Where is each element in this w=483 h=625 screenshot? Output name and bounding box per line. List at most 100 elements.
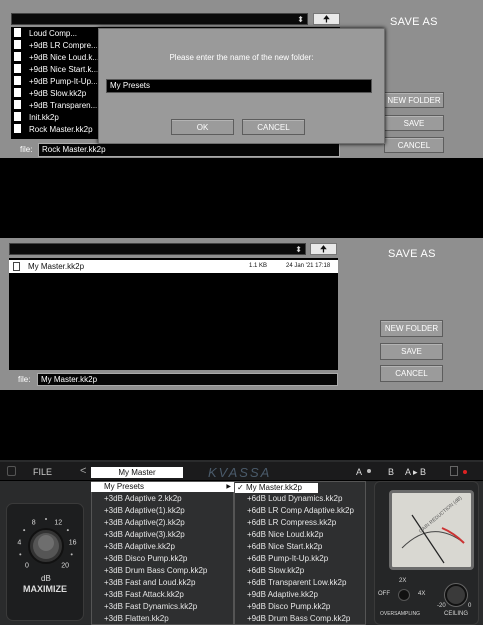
folder-select[interactable]: ⬍ bbox=[9, 243, 306, 255]
knob-scale-label: 20 bbox=[61, 563, 69, 570]
file-icon bbox=[14, 76, 21, 85]
menu-item[interactable]: +3dB Adaptive(2).kk2p bbox=[91, 517, 234, 529]
select-arrows-icon: ⬍ bbox=[295, 245, 302, 254]
ab-copy-button[interactable]: A ▸ B bbox=[405, 467, 426, 478]
oversampling-label: OVERSAMPLING bbox=[380, 611, 421, 617]
knob-scale-dot bbox=[23, 529, 26, 532]
bypass-icon[interactable] bbox=[450, 466, 458, 476]
menu-item[interactable]: +3dB Flatten.kk2p bbox=[91, 613, 234, 625]
a-button[interactable]: A bbox=[356, 467, 362, 477]
kvassa-logo: KVASSA bbox=[208, 465, 272, 480]
file-icon bbox=[13, 262, 20, 271]
knob-scale-label: 4 bbox=[17, 539, 21, 546]
file-size: 1.1 KB bbox=[249, 263, 268, 269]
file-name: +9dB Nice Loud.k... bbox=[29, 53, 100, 62]
menu-folder-item[interactable]: My Presets ▶ bbox=[91, 482, 234, 492]
file-icon bbox=[14, 88, 21, 97]
menu-item[interactable]: +3dB Adaptive(3).kk2p bbox=[91, 529, 234, 541]
dialog-title: SAVE AS bbox=[388, 248, 436, 260]
file-label: file: bbox=[18, 375, 31, 384]
menu-item[interactable]: +9dB Drum Bass Comp.kk2p bbox=[234, 613, 366, 625]
clip-led-icon bbox=[463, 470, 467, 474]
folder-select[interactable]: ⬍ bbox=[11, 13, 308, 25]
cancel-button[interactable]: CANCEL bbox=[380, 365, 443, 382]
check-icon: ✓ bbox=[237, 483, 244, 492]
select-arrows-icon: ⬍ bbox=[297, 15, 304, 24]
menu-item[interactable]: +9dB Adaptive.kk2p bbox=[234, 589, 366, 601]
meter-dial-icon bbox=[401, 514, 465, 564]
file-label: file: bbox=[20, 145, 33, 154]
ceiling-knob[interactable] bbox=[445, 584, 467, 606]
oversampling-off-label: OFF bbox=[378, 591, 390, 597]
file-name: +9dB Slow.kk2p bbox=[29, 89, 87, 98]
menu-item[interactable]: +3dB Disco Pump.kk2p bbox=[91, 553, 234, 565]
file-name: +9dB Nice Start.k... bbox=[29, 65, 99, 74]
save-button[interactable]: SAVE bbox=[384, 115, 444, 131]
file-list[interactable] bbox=[9, 258, 338, 370]
file-icon bbox=[14, 124, 21, 133]
menu-item[interactable]: +3dB Adaptive(1).kk2p bbox=[91, 505, 234, 517]
preset-menu-column-1: +3dB Adaptive 2.kk2p +3dB Adaptive(1).kk2… bbox=[91, 493, 234, 625]
menu-item[interactable]: +9dB Disco Pump.kk2p bbox=[234, 601, 366, 613]
file-name: +9dB Transparen... bbox=[29, 101, 98, 110]
new-folder-button[interactable]: NEW FOLDER bbox=[380, 320, 443, 337]
menu-item[interactable]: +3dB Fast Dynamics.kk2p bbox=[91, 601, 234, 613]
menu-item[interactable]: +6dB Nice Start.kk2p bbox=[234, 541, 366, 553]
prev-preset-arrow[interactable]: < bbox=[80, 465, 86, 477]
save-button[interactable]: SAVE bbox=[380, 343, 443, 360]
submenu-arrow-icon: ▶ bbox=[226, 484, 231, 490]
parent-folder-button[interactable]: 🠉 bbox=[310, 243, 337, 255]
folder-name-input[interactable]: My Presets bbox=[106, 79, 372, 93]
maximize-knob[interactable]: 0 4 8 12 16 20 bbox=[8, 508, 84, 584]
file-name: My Master.kk2p bbox=[28, 262, 85, 271]
knob-scale-dot bbox=[70, 553, 73, 556]
knob-scale-label: 16 bbox=[69, 539, 77, 546]
menu-item[interactable]: +3dB Fast and Loud.kk2p bbox=[91, 577, 234, 589]
oversampling-2x-label: 2X bbox=[399, 578, 407, 584]
menu-item[interactable]: +6dB LR Compress.kk2p bbox=[234, 517, 366, 529]
cancel-button[interactable]: CANCEL bbox=[384, 137, 444, 153]
parent-folder-button[interactable]: 🠉 bbox=[313, 13, 340, 25]
menu-item[interactable]: +6dB Loud Dynamics.kk2p bbox=[234, 493, 366, 505]
menu-item[interactable]: +3dB Adaptive 2.kk2p bbox=[91, 493, 234, 505]
file-icon bbox=[14, 64, 21, 73]
menu-item[interactable]: +6dB LR Comp Adaptive.kk2p bbox=[234, 505, 366, 517]
knob-scale-label: 12 bbox=[54, 519, 62, 526]
submenu-item-selected[interactable]: ✓ My Master.kk2p bbox=[235, 483, 318, 493]
file-icon bbox=[14, 112, 21, 121]
filename-input[interactable]: My Master.kk2p bbox=[37, 373, 338, 386]
file-name: +9dB Pump-It-Up... bbox=[29, 77, 98, 86]
b-button[interactable]: B bbox=[388, 467, 394, 477]
oversampling-switch[interactable] bbox=[398, 589, 410, 601]
file-name: Loud Comp... bbox=[29, 29, 78, 38]
knob-scale-dot bbox=[66, 529, 69, 532]
menu-item[interactable]: +3dB Fast Attack.kk2p bbox=[91, 589, 234, 601]
modal-cancel-button[interactable]: CANCEL bbox=[242, 119, 305, 135]
file-name: +9dB LR Compre... bbox=[29, 41, 98, 50]
menu-item[interactable]: +3dB Adaptive.kk2p bbox=[91, 541, 234, 553]
preset-name-field[interactable]: My Master bbox=[91, 467, 183, 478]
file-icon bbox=[14, 40, 21, 49]
a-led-icon bbox=[367, 469, 371, 473]
file-icon bbox=[14, 100, 21, 109]
power-icon[interactable] bbox=[7, 466, 16, 476]
new-folder-button[interactable]: NEW FOLDER bbox=[384, 92, 444, 108]
menu-item[interactable]: +3dB Drum Bass Comp.kk2p bbox=[91, 565, 234, 577]
filename-input[interactable]: Rock Master.kk2p bbox=[38, 143, 340, 157]
menu-item[interactable]: +6dB Slow.kk2p bbox=[234, 565, 366, 577]
knob-scale-dot bbox=[45, 518, 47, 520]
ceiling-label: CEILING bbox=[444, 611, 469, 617]
menu-item[interactable]: +6dB Pump-It-Up.kk2p bbox=[234, 553, 366, 565]
ceiling-max-label: 0 bbox=[468, 603, 472, 609]
modal-ok-button[interactable]: OK bbox=[171, 119, 234, 135]
file-row-selected[interactable]: My Master.kk2p 1.1 KB 24 Jan '21 17:18 bbox=[9, 260, 338, 273]
menu-item[interactable]: +6dB Transparent Low.kk2p bbox=[234, 577, 366, 589]
knob-scale-label: 8 bbox=[32, 519, 36, 526]
file-icon bbox=[14, 52, 21, 61]
menu-item[interactable]: +6dB Nice Loud.kk2p bbox=[234, 529, 366, 541]
modal-prompt: Please enter the name of the new folder: bbox=[169, 53, 314, 62]
dialog-title: SAVE AS bbox=[390, 16, 438, 28]
file-button[interactable]: FILE bbox=[33, 467, 52, 477]
file-date: 24 Jan '21 17:18 bbox=[286, 263, 331, 269]
knob-scale-dot bbox=[19, 553, 22, 556]
